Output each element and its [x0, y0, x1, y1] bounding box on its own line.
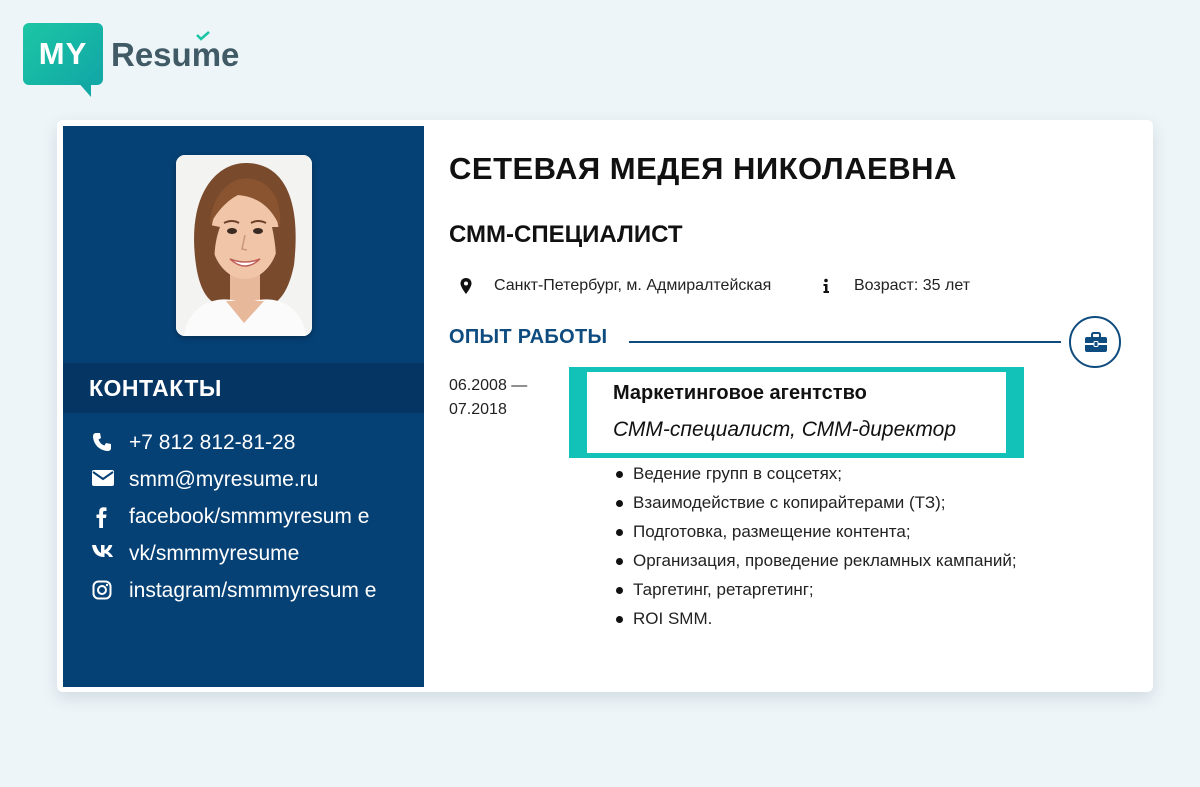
list-item: ROI SMM. — [609, 604, 1029, 633]
contact-vk-text: vk/smmmyresume — [129, 542, 300, 565]
instagram-icon — [92, 580, 114, 602]
experience-title: ОПЫТ РАБОТЫ — [449, 326, 608, 348]
briefcase-icon — [1085, 332, 1107, 352]
experience-divider — [629, 341, 1061, 343]
list-item: Таргетинг, ретаргетинг; — [609, 575, 1029, 604]
contact-email-text: smm@myresume.ru — [129, 468, 319, 491]
map-pin-icon — [460, 278, 472, 294]
logo-check-icon — [196, 31, 210, 41]
logo-wordmark: Resume — [111, 36, 240, 73]
vk-icon — [92, 543, 114, 565]
experience-badge — [1069, 316, 1121, 368]
contacts-heading: КОНТАКТЫ — [63, 363, 424, 413]
list-item: Ведение групп в соцсетях; — [609, 459, 1029, 488]
company-name: Маркетинговое агентство — [613, 382, 867, 404]
contact-instagram[interactable]: instagram/smmmyresum e — [89, 575, 419, 606]
contact-instagram-text: instagram/smmmyresum e — [129, 579, 377, 602]
personal-info: Санкт-Петербург, м. Адмиралтейская Возра… — [449, 275, 1139, 297]
list-item: Организация, проведение рекламных кампан… — [609, 546, 1029, 575]
job-date-end: 07.2018 — [449, 401, 507, 418]
phone-icon — [92, 432, 114, 454]
experience-header: ОПЫТ РАБОТЫ — [449, 314, 1121, 368]
job-date-start: 06.2008 — — [449, 377, 528, 394]
envelope-icon — [92, 469, 114, 491]
list-item: Взаимодействие с копирайтерами (ТЗ); — [609, 488, 1029, 517]
profile-photo — [176, 155, 312, 336]
resume-card: КОНТАКТЫ +7 812 812-81-28 smm@myresume.r… — [57, 120, 1153, 692]
company-card: Маркетинговое агентство СММ-специалист, … — [587, 372, 1006, 453]
company-highlight: Маркетинговое агентство СММ-специалист, … — [569, 367, 1024, 458]
resume-main: СЕТЕВАЯ МЕДЕЯ НИКОЛАЕВНА СММ-СПЕЦИАЛИСТ … — [449, 120, 1139, 692]
logo-badge-text: MY — [38, 36, 88, 71]
duties-list: Ведение групп в соцсетях; Взаимодействие… — [609, 459, 1029, 633]
resume-sidebar: КОНТАКТЫ +7 812 812-81-28 smm@myresume.r… — [63, 126, 424, 687]
contact-facebook-text: facebook/smmmyresum e — [129, 505, 370, 528]
list-item: Подготовка, размещение контента; — [609, 517, 1029, 546]
facebook-icon — [92, 506, 114, 528]
contact-email[interactable]: smm@myresume.ru — [89, 464, 419, 495]
company-role: СММ-специалист, СММ-директор — [613, 418, 957, 441]
contact-facebook[interactable]: facebook/smmmyresum e — [89, 501, 419, 532]
job-position-title: СММ-СПЕЦИАЛИСТ — [449, 221, 683, 248]
contact-vk[interactable]: vk/smmmyresume — [89, 538, 419, 569]
contact-list: +7 812 812-81-28 smm@myresume.ru faceboo… — [89, 427, 419, 612]
contact-phone-text: +7 812 812-81-28 — [129, 431, 296, 454]
job-dates: 06.2008 — 07.2018 — [449, 374, 559, 422]
location-text: Санкт-Петербург, м. Адмиралтейская — [494, 277, 772, 294]
info-icon — [823, 278, 829, 293]
full-name: СЕТЕВАЯ МЕДЕЯ НИКОЛАЕВНА — [449, 151, 957, 186]
contact-phone[interactable]: +7 812 812-81-28 — [89, 427, 419, 458]
myresume-logo[interactable]: MY Resume — [23, 23, 263, 99]
age-text: Возраст: 35 лет — [854, 277, 971, 294]
